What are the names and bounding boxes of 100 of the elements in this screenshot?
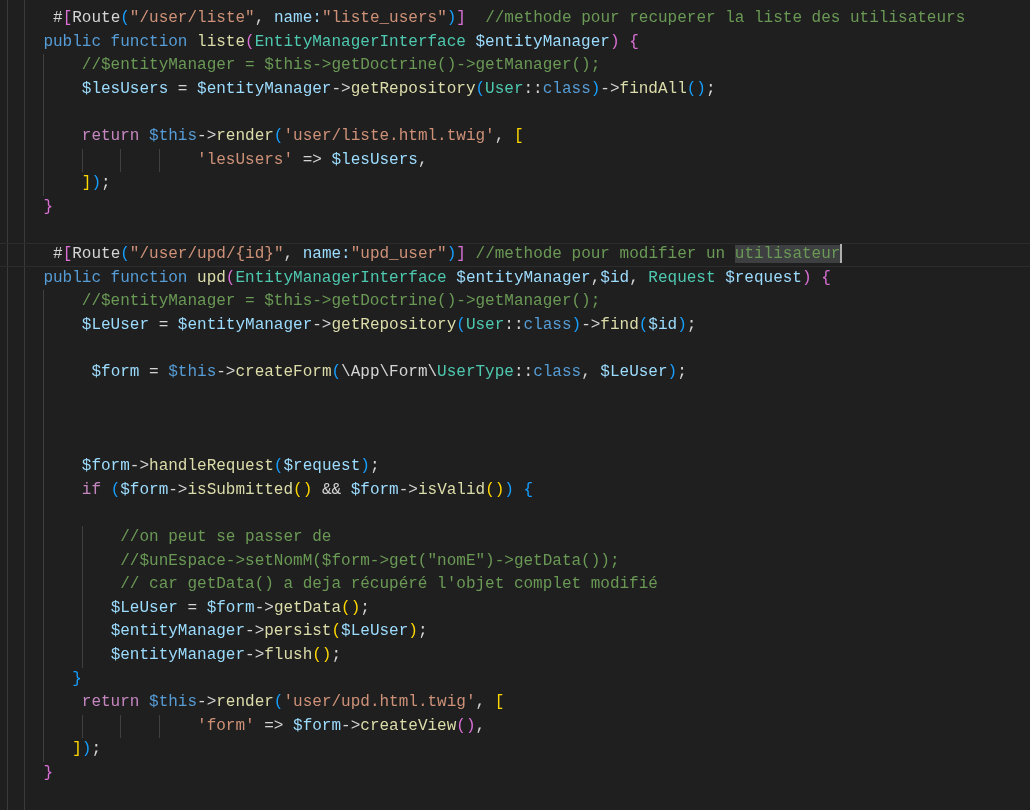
variable-name: $LeUser — [341, 622, 409, 641]
code-punctuation: , — [581, 362, 592, 381]
code-punctuation: -> — [168, 480, 188, 499]
code-punctuation: , — [590, 268, 601, 287]
function-name: render — [216, 126, 274, 145]
bracket: ) — [667, 362, 678, 381]
code-punctuation: # — [53, 9, 63, 27]
function-name: find — [600, 315, 639, 334]
code-punctuation: , — [494, 126, 506, 145]
bracket: ) — [801, 268, 812, 287]
bracket: ) — [91, 174, 102, 193]
type-name: Request — [648, 268, 717, 287]
code-comment: //$entityManager = $this->getDoctrine()->getManager(); — [81, 292, 601, 311]
bracket: [ — [62, 9, 73, 27]
bracket: ( — [638, 315, 649, 334]
keyword: $this — [168, 362, 217, 381]
bracket: ( — [245, 32, 255, 51]
code-punctuation: , — [475, 693, 487, 712]
bracket: ] — [72, 740, 82, 759]
variable-name: $form — [293, 716, 342, 735]
type-name: EntityManagerInterface — [235, 268, 448, 287]
bracket: ( — [456, 315, 466, 334]
variable-name: $form — [81, 457, 130, 476]
bracket: { — [629, 32, 639, 51]
type-name: User — [465, 315, 505, 334]
variable-name: $entityManager — [110, 646, 246, 665]
keyword: class — [542, 79, 591, 98]
keyword: if — [81, 480, 102, 499]
type-name: EntityManagerInterface — [254, 32, 467, 51]
code-punctuation: :: — [523, 79, 543, 98]
code-punctuation: \App\Form\ — [341, 362, 438, 381]
string-literal: "/user/upd/{id}" — [129, 244, 284, 263]
function-name: render — [216, 693, 274, 712]
variable-name: name: — [273, 9, 322, 27]
code-punctuation: ; — [686, 315, 697, 334]
bracket: [ — [494, 693, 505, 712]
type-name: UserType — [437, 362, 514, 381]
code-punctuation: ; — [331, 646, 342, 665]
code-punctuation: ; — [101, 174, 111, 193]
bracket: } — [43, 764, 53, 782]
string-literal: "/user/liste" — [129, 9, 255, 27]
variable-name: $entityManager — [197, 79, 332, 98]
keyword: public function — [43, 268, 189, 287]
bracket: () — [456, 716, 476, 735]
bracket: { — [821, 268, 831, 287]
bracket: ) — [571, 315, 582, 334]
bracket: ) — [677, 315, 687, 334]
bracket: ( — [273, 457, 284, 476]
code-punctuation: ; — [417, 622, 428, 641]
string-literal: 'user/upd.html.twig' — [283, 693, 476, 712]
code-punctuation: -> — [312, 315, 332, 334]
text-cursor — [840, 244, 843, 264]
function-name: isValid — [417, 480, 486, 499]
bracket: ) — [609, 32, 620, 51]
function-name: getData — [273, 598, 342, 617]
bracket: { — [523, 480, 534, 499]
bracket: ( — [110, 480, 121, 499]
code-comment: //methode pour modifier un — [475, 244, 727, 263]
variable-name: $entityManager — [177, 315, 313, 334]
code-comment: //on peut se passer de — [120, 528, 332, 547]
code-punctuation: && — [321, 480, 343, 499]
variable-name: $request — [725, 268, 802, 287]
code-punctuation: -> — [197, 693, 217, 712]
bracket: ( — [331, 362, 342, 381]
code-punctuation: Route — [72, 244, 121, 263]
variable-name: name: — [302, 244, 351, 263]
code-punctuation: ; — [677, 362, 687, 381]
variable-name: $request — [283, 457, 361, 476]
keyword: return — [81, 693, 141, 712]
bracket: ( — [120, 244, 130, 263]
code-punctuation: = — [149, 362, 160, 381]
code-comment: //$unEspace->setNomM($form->get("nomE")->getData()); — [120, 551, 620, 570]
bracket: ) — [446, 244, 457, 263]
function-name: isSubmitted — [187, 480, 294, 499]
code-editor[interactable] — [0, 0, 1030, 810]
string-literal: 'user/liste.html.twig' — [283, 126, 495, 145]
function-name: upd — [197, 268, 226, 287]
bracket: ( — [273, 693, 284, 712]
code-comment: //$entityManager = $this->getDoctrine()->getManager(); — [81, 56, 601, 75]
variable-name: $entityManager — [456, 268, 591, 287]
function-name: getRepository — [331, 315, 457, 334]
code-punctuation: -> — [398, 480, 418, 499]
keyword: class — [523, 315, 572, 334]
bracket: [ — [513, 126, 524, 145]
bracket: ) — [446, 9, 457, 27]
function-name: findAll — [619, 79, 687, 98]
code-comment: utilisateur — [734, 244, 841, 263]
code-punctuation: , — [283, 244, 295, 263]
variable-name: $LeUser — [600, 362, 668, 381]
variable-name: $LeUser — [110, 598, 178, 617]
code-comment: // car getData() a deja récupéré l'objet complet modifié — [120, 575, 658, 594]
code-punctuation: -> — [331, 79, 351, 98]
bracket: ( — [475, 79, 486, 98]
code-punctuation: => — [302, 150, 323, 169]
keyword: $this — [149, 693, 198, 712]
code-punctuation: -> — [254, 598, 274, 617]
bracket: ) — [590, 79, 601, 98]
code-punctuation: , — [417, 150, 428, 169]
code-comment: //methode pour recuperer la liste des utilisateurs — [485, 9, 966, 27]
variable-name: $LeUser — [81, 315, 150, 334]
